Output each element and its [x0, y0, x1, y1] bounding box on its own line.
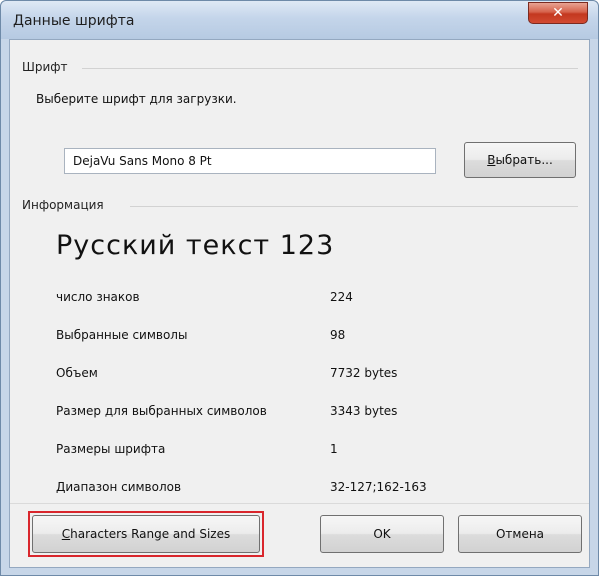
info-group-divider	[130, 206, 578, 207]
font-group-label: Шрифт	[22, 60, 76, 74]
info-row-label: Объем	[56, 366, 98, 380]
info-row-label: Размер для выбранных символов	[56, 404, 267, 418]
info-row-label: Размеры шрифта	[56, 442, 166, 456]
info-row-label: Диапазон символов	[56, 480, 182, 494]
dialog-client-area: Шрифт Выберите шрифт для загрузки. DejaV…	[9, 39, 590, 568]
info-row-label: Выбранные символы	[56, 328, 188, 342]
info-row-label: число знаков	[56, 290, 140, 304]
font-sample-text: Русский текст 123	[56, 230, 335, 261]
choose-font-mnemonic: В	[487, 153, 496, 167]
info-row-value: 98	[330, 328, 346, 342]
font-data-dialog: Данные шрифта ✕ Шрифт Выберите шрифт для…	[0, 0, 599, 576]
title-bar[interactable]: Данные шрифта ✕	[1, 1, 598, 39]
info-row-value: 3343 bytes	[330, 404, 398, 418]
button-row-separator	[10, 503, 589, 504]
font-name-field[interactable]: DejaVu Sans Mono 8 Pt	[64, 148, 436, 174]
window-title: Данные шрифта	[13, 13, 135, 29]
characters-range-mnemonic: C	[61, 527, 71, 541]
choose-font-button[interactable]: Выбрать...	[464, 142, 576, 178]
info-row-value: 7732 bytes	[330, 366, 398, 380]
close-icon: ✕	[552, 5, 564, 21]
close-button[interactable]: ✕	[528, 2, 588, 24]
info-row-value: 224	[330, 290, 353, 304]
info-row-value: 1	[330, 442, 338, 456]
cancel-button[interactable]: Отмена	[458, 515, 582, 553]
font-hint-text: Выберите шрифт для загрузки.	[36, 92, 237, 106]
font-group-divider	[82, 68, 578, 69]
info-group-label: Информация	[22, 198, 112, 212]
choose-font-label: ыбрать...	[495, 153, 553, 167]
characters-range-label: haracters Range and Sizes	[70, 527, 231, 541]
info-row-value: 32-127;162-163	[330, 480, 427, 494]
characters-range-button[interactable]: Characters Range and Sizes	[32, 515, 260, 553]
ok-button[interactable]: OK	[320, 515, 444, 553]
